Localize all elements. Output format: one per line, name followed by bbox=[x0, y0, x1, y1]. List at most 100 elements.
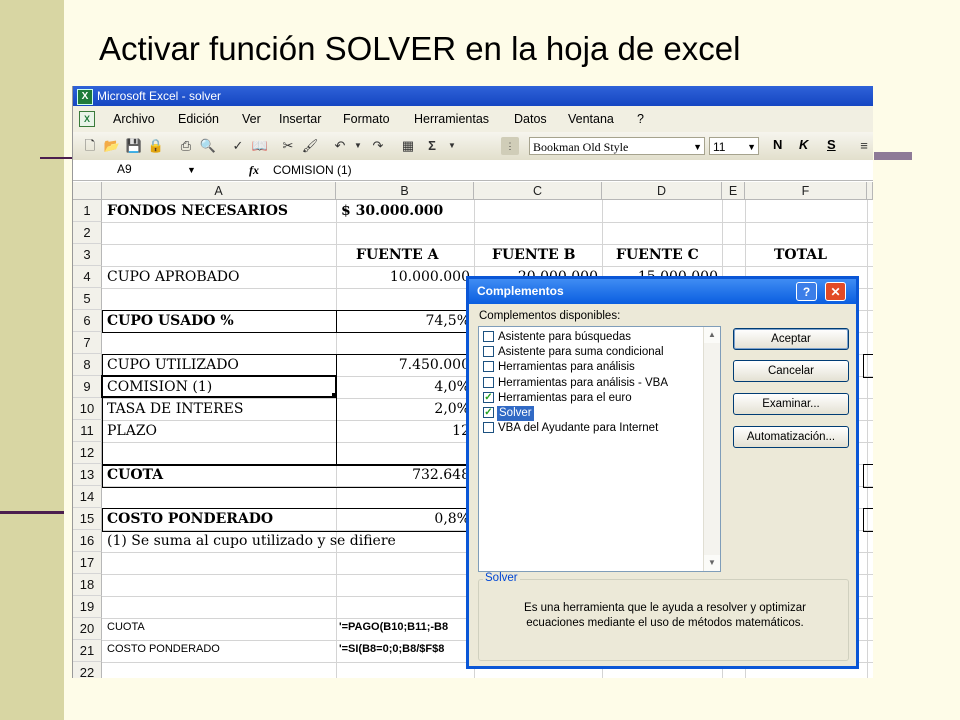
align-left-icon[interactable]: ≡ bbox=[855, 137, 873, 155]
column-header-b[interactable]: B bbox=[336, 182, 474, 200]
menu-ventana[interactable]: Ventana bbox=[568, 112, 614, 126]
column-header-f[interactable]: F bbox=[745, 182, 867, 200]
cell-a4[interactable]: CUPO APROBADO bbox=[107, 269, 240, 285]
cell-b8[interactable]: 7.450.000 bbox=[336, 357, 470, 373]
addin-checkbox[interactable] bbox=[483, 376, 494, 388]
cell-b15[interactable]: 0,8% bbox=[336, 511, 470, 527]
cell-b10[interactable]: 2,0% bbox=[336, 401, 470, 417]
cell-c3[interactable]: FUENTE B bbox=[492, 247, 575, 263]
cell-a1[interactable]: FONDOS NECESARIOS bbox=[107, 203, 288, 219]
redo-icon[interactable]: ↷ bbox=[369, 137, 387, 155]
row-header-22[interactable]: 22 bbox=[73, 662, 102, 678]
row-header-2[interactable]: 2 bbox=[73, 222, 102, 244]
menu-archivo[interactable]: Archivo bbox=[113, 112, 155, 126]
cell-a13[interactable]: CUOTA bbox=[107, 467, 163, 483]
row-header-10[interactable]: 10 bbox=[73, 398, 102, 420]
undo-icon[interactable]: ↶ bbox=[331, 137, 349, 155]
italic-button[interactable]: K bbox=[799, 137, 808, 152]
column-header-a[interactable]: A bbox=[102, 182, 336, 200]
addin-checkbox[interactable] bbox=[483, 346, 494, 358]
underline-button[interactable]: S bbox=[827, 137, 836, 152]
column-header-d[interactable]: D bbox=[602, 182, 722, 200]
cell-b13[interactable]: 732.648 bbox=[336, 467, 470, 483]
menu-datos[interactable]: Datos bbox=[514, 112, 547, 126]
cancel-button[interactable]: Cancelar bbox=[733, 360, 849, 382]
row-header-1[interactable]: 1 bbox=[73, 200, 102, 222]
fx-icon[interactable]: fx bbox=[249, 160, 259, 180]
toolbar-grip-icon[interactable]: ⋮ bbox=[501, 137, 519, 155]
new-icon[interactable]: 🗋 bbox=[81, 137, 99, 155]
row-header-3[interactable]: 3 bbox=[73, 244, 102, 266]
cell-b4[interactable]: 10.000.000 bbox=[336, 269, 470, 285]
row-header-16[interactable]: 16 bbox=[73, 530, 102, 552]
addin-checkbox[interactable]: ✓ bbox=[483, 407, 494, 418]
row-header-12[interactable]: 12 bbox=[73, 442, 102, 464]
cell-a16[interactable]: (1) Se suma al cupo utilizado y se difie… bbox=[107, 533, 396, 549]
workbook-icon[interactable]: X bbox=[79, 111, 95, 127]
menu-formato[interactable]: Formato bbox=[343, 112, 390, 126]
accept-button[interactable]: Aceptar bbox=[733, 328, 849, 350]
menu-herramientas[interactable]: Herramientas bbox=[414, 112, 489, 126]
help-button[interactable]: ? bbox=[796, 282, 817, 301]
row-header-8[interactable]: 8 bbox=[73, 354, 102, 376]
cell-f3[interactable]: TOTAL bbox=[774, 247, 827, 263]
cell-d3[interactable]: FUENTE C bbox=[616, 247, 699, 263]
row-header-18[interactable]: 18 bbox=[73, 574, 102, 596]
menu-ver[interactable]: Ver bbox=[242, 112, 261, 126]
column-header-c[interactable]: C bbox=[474, 182, 602, 200]
undo-dropdown-icon[interactable]: ▼ bbox=[349, 137, 367, 155]
open-icon[interactable]: 📂 bbox=[103, 137, 121, 155]
cell-b1[interactable]: $ 30.000.000 bbox=[341, 203, 443, 219]
cell-b21[interactable]: '=SI(B8=0;0;B8/$F$8 bbox=[339, 643, 444, 655]
close-button[interactable]: ✕ bbox=[825, 282, 846, 301]
formula-input[interactable]: COMISION (1) bbox=[273, 160, 352, 180]
row-header-13[interactable]: 13 bbox=[73, 464, 102, 486]
cell-a8[interactable]: CUPO UTILIZADO bbox=[107, 357, 239, 373]
addins-list[interactable]: Asistente para búsquedas Asistente para s… bbox=[478, 326, 721, 572]
menu-insertar[interactable]: Insertar bbox=[279, 112, 321, 126]
column-header-e[interactable]: E bbox=[722, 182, 745, 200]
list-scrollbar[interactable]: ▲ ▼ bbox=[703, 327, 720, 571]
row-header-9[interactable]: 9 bbox=[73, 376, 102, 398]
cell-b11[interactable]: 12 bbox=[336, 423, 470, 439]
chevron-down-icon[interactable]: ▼ bbox=[187, 160, 196, 180]
row-header-19[interactable]: 19 bbox=[73, 596, 102, 618]
cell-a15[interactable]: COSTO PONDERADO bbox=[107, 511, 273, 527]
brush-icon[interactable]: 🖌 bbox=[301, 137, 319, 155]
row-header-17[interactable]: 17 bbox=[73, 552, 102, 574]
cell-b9[interactable]: 4,0% bbox=[336, 379, 470, 395]
dialog-titlebar[interactable]: Complementos ? ✕ bbox=[469, 279, 856, 304]
cell-b6[interactable]: 74,5% bbox=[336, 313, 470, 329]
cell-a20[interactable]: CUOTA bbox=[107, 621, 145, 633]
cell-b3[interactable]: FUENTE A bbox=[356, 247, 438, 263]
addin-checkbox[interactable] bbox=[483, 331, 494, 342]
browse-button[interactable]: Examinar... bbox=[733, 393, 849, 415]
cell-a21[interactable]: COSTO PONDERADO bbox=[107, 643, 220, 655]
cell-b20[interactable]: '=PAGO(B10;B11;-B8 bbox=[339, 621, 448, 633]
research-icon[interactable]: 📖 bbox=[251, 137, 269, 155]
autosum-icon[interactable]: Σ bbox=[423, 137, 441, 155]
save-icon[interactable]: 💾 bbox=[125, 137, 143, 155]
preview-icon[interactable]: 🔍 bbox=[199, 137, 217, 155]
column-header-g[interactable] bbox=[867, 182, 873, 200]
row-header-21[interactable]: 21 bbox=[73, 640, 102, 662]
cell-a10[interactable]: TASA DE INTERES bbox=[107, 401, 243, 417]
automation-button[interactable]: Automatización... bbox=[733, 426, 849, 448]
addin-checkbox[interactable]: ✓ bbox=[483, 391, 494, 403]
permission-icon[interactable]: 🔒 bbox=[147, 137, 165, 155]
cell-a6[interactable]: CUPO USADO % bbox=[107, 313, 234, 329]
menu-help[interactable]: ? bbox=[637, 112, 644, 126]
select-all-corner[interactable] bbox=[73, 182, 102, 200]
row-header-7[interactable]: 7 bbox=[73, 332, 102, 354]
bold-button[interactable]: N bbox=[773, 137, 782, 152]
scroll-up-icon[interactable]: ▲ bbox=[704, 327, 720, 343]
addin-checkbox[interactable] bbox=[483, 361, 494, 373]
font-size-select[interactable]: 11 ▼ bbox=[709, 137, 759, 155]
row-header-15[interactable]: 15 bbox=[73, 508, 102, 530]
row-header-11[interactable]: 11 bbox=[73, 420, 102, 442]
scroll-down-icon[interactable]: ▼ bbox=[704, 555, 720, 571]
cell-a9[interactable]: COMISION (1) bbox=[107, 379, 212, 395]
sheet-tools-icon[interactable]: ▦ bbox=[399, 137, 417, 155]
addin-checkbox[interactable] bbox=[483, 422, 494, 434]
autosum-dropdown-icon[interactable]: ▼ bbox=[443, 137, 461, 155]
